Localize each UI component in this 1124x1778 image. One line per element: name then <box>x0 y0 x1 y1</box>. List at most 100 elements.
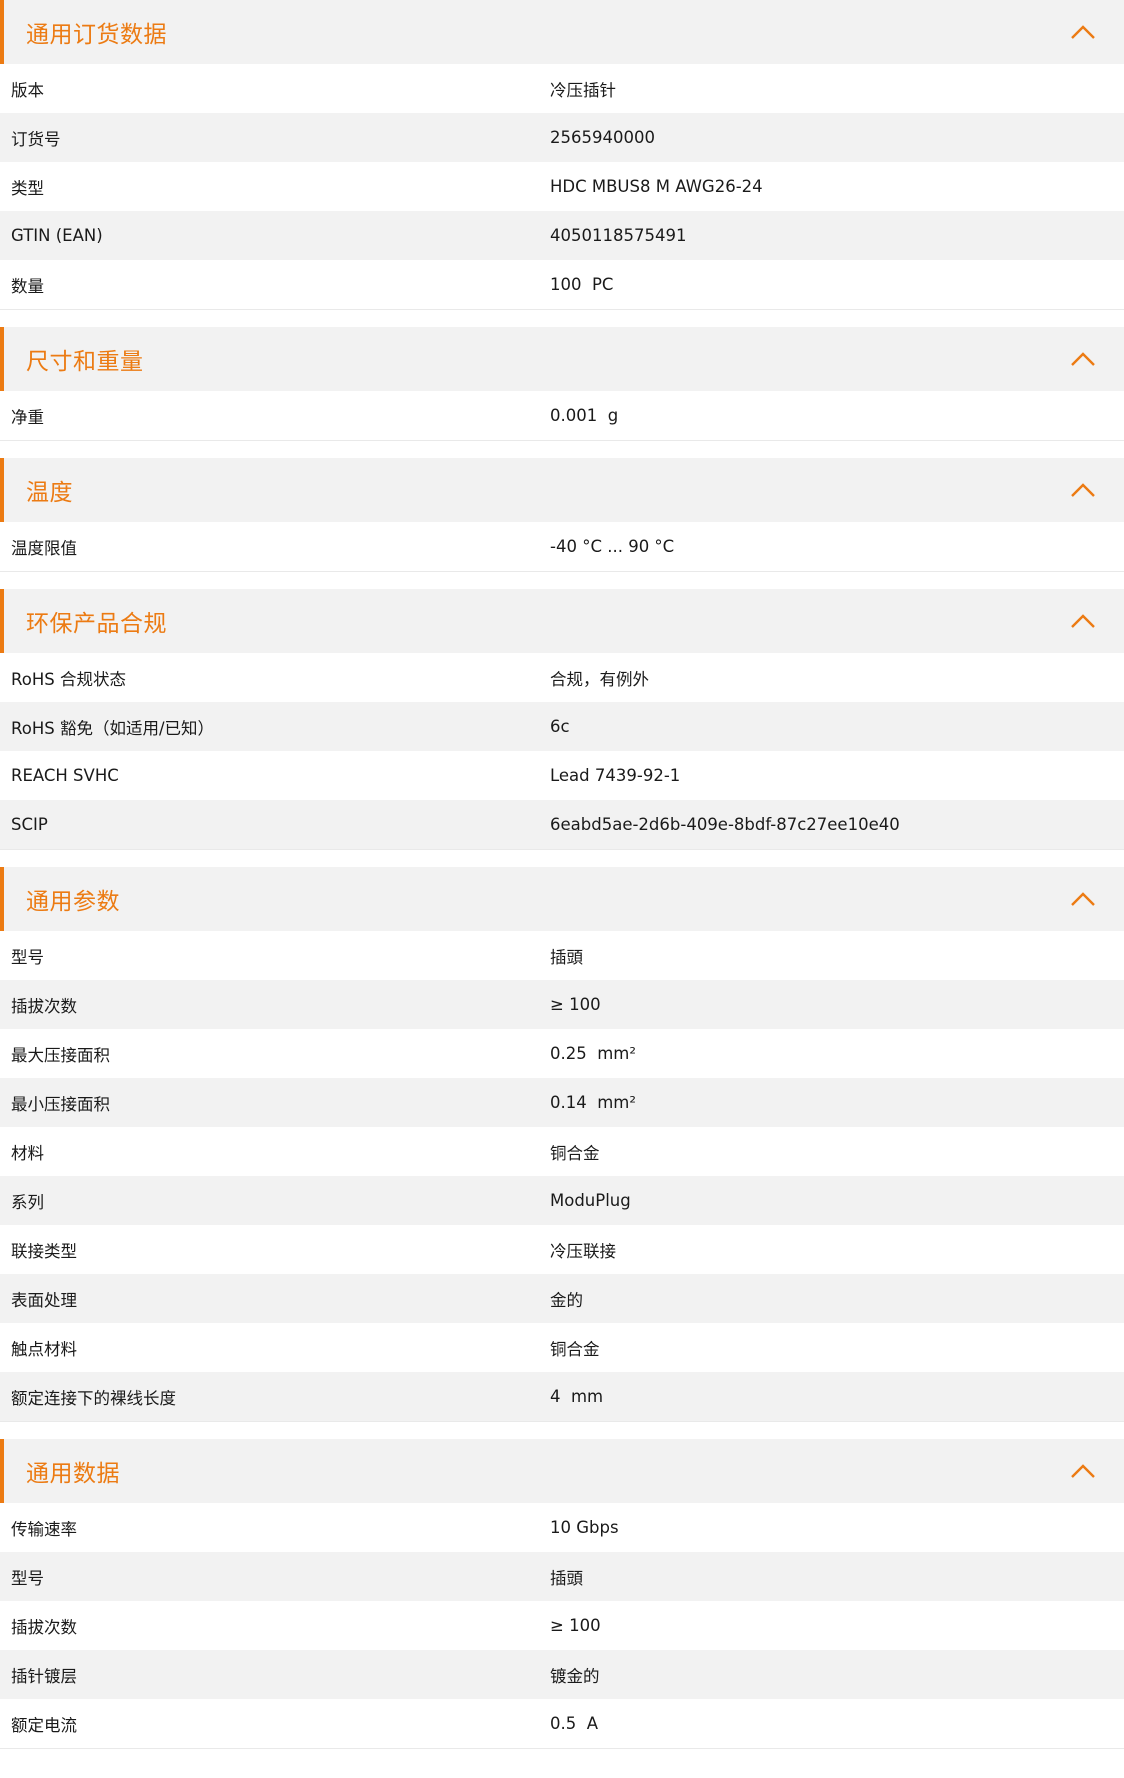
spec-value: 冷压插针 <box>550 80 616 100</box>
chevron-up-icon[interactable] <box>1068 349 1098 369</box>
spec-value: 0.001 g <box>550 406 619 425</box>
spec-row: 传输速率 10 Gbps <box>0 1503 1124 1552</box>
spec-value: 冷压联接 <box>550 1241 616 1261</box>
section-title: 通用数据 <box>26 1461 120 1487</box>
chevron-up-icon[interactable] <box>1068 889 1098 909</box>
spec-value: 铜合金 <box>550 1143 600 1163</box>
spec-label: 系列 <box>11 1192 44 1212</box>
spec-value: 4050118575491 <box>550 226 687 245</box>
spec-row: 系列 ModuPlug <box>0 1176 1124 1225</box>
spec-row: 型号 插頭 <box>0 931 1124 980</box>
section-title: 通用参数 <box>26 889 120 915</box>
spec-row: 材料 铜合金 <box>0 1127 1124 1176</box>
spec-row: 插拔次数 ≥ 100 <box>0 1601 1124 1650</box>
section-general-parameters: 通用参数 型号 插頭 插拔次数 ≥ 100 最大压接面积 0.25 mm² 最小… <box>0 867 1124 1422</box>
spec-value: 10 Gbps <box>550 1518 619 1537</box>
spec-value: ModuPlug <box>550 1191 631 1210</box>
spec-row: RoHS 豁免（如适用/已知） 6c <box>0 702 1124 751</box>
spec-row: 净重 0.001 g <box>0 391 1124 440</box>
spec-label: 联接类型 <box>11 1241 77 1261</box>
section-title: 通用订货数据 <box>26 22 167 48</box>
spec-row: SCIP 6eabd5ae-2d6b-409e-8bdf-87c27ee10e4… <box>0 800 1124 849</box>
spec-value: 铜合金 <box>550 1339 600 1359</box>
section-title: 尺寸和重量 <box>26 349 144 375</box>
spec-label: 传输速率 <box>11 1519 77 1539</box>
spec-table: 温度限值 -40 °C ... 90 °C <box>0 522 1124 572</box>
spec-value: 合规，有例外 <box>550 669 649 689</box>
spec-row: REACH SVHC Lead 7439-92-1 <box>0 751 1124 800</box>
spec-value: 0.25 mm² <box>550 1044 636 1063</box>
spec-label: 类型 <box>11 178 44 198</box>
section-header-temperature[interactable]: 温度 <box>0 458 1124 522</box>
spec-table: 净重 0.001 g <box>0 391 1124 441</box>
spec-value: HDC MBUS8 M AWG26-24 <box>550 177 763 196</box>
spec-row: 订货号 2565940000 <box>0 113 1124 162</box>
spec-label: 材料 <box>11 1143 44 1163</box>
section-temperature: 温度 温度限值 -40 °C ... 90 °C <box>0 458 1124 572</box>
spec-row: 表面处理 金的 <box>0 1274 1124 1323</box>
section-dimensions-weight: 尺寸和重量 净重 0.001 g <box>0 327 1124 441</box>
spec-table: RoHS 合规状态 合规，有例外 RoHS 豁免（如适用/已知） 6c REAC… <box>0 653 1124 850</box>
spec-row: 联接类型 冷压联接 <box>0 1225 1124 1274</box>
spec-label: 额定电流 <box>11 1715 77 1735</box>
section-environmental-compliance: 环保产品合规 RoHS 合规状态 合规，有例外 RoHS 豁免（如适用/已知） … <box>0 589 1124 850</box>
section-header-dimensions-weight[interactable]: 尺寸和重量 <box>0 327 1124 391</box>
spec-table: 传输速率 10 Gbps 型号 插頭 插拔次数 ≥ 100 插针镀层 镀金的 额… <box>0 1503 1124 1749</box>
spec-row: 温度限值 -40 °C ... 90 °C <box>0 522 1124 571</box>
spec-value: 4 mm <box>550 1387 604 1406</box>
spec-row: 版本 冷压插针 <box>0 64 1124 113</box>
spec-label: 数量 <box>11 276 44 296</box>
spec-label: 插针镀层 <box>11 1666 77 1686</box>
spec-label: 订货号 <box>11 129 61 149</box>
spec-label: 触点材料 <box>11 1339 77 1359</box>
spec-row: 型号 插頭 <box>0 1552 1124 1601</box>
spec-value: 插頭 <box>550 1568 583 1588</box>
spec-label: RoHS 豁免（如适用/已知） <box>11 718 215 738</box>
spec-row: 插拔次数 ≥ 100 <box>0 980 1124 1029</box>
spec-label: 最小压接面积 <box>11 1094 110 1114</box>
spec-row: 触点材料 铜合金 <box>0 1323 1124 1372</box>
section-header-general-data[interactable]: 通用数据 <box>0 1439 1124 1503</box>
spec-row: 类型 HDC MBUS8 M AWG26-24 <box>0 162 1124 211</box>
spec-row: 插针镀层 镀金的 <box>0 1650 1124 1699</box>
spec-label: GTIN (EAN) <box>11 226 103 245</box>
section-header-environmental-compliance[interactable]: 环保产品合规 <box>0 589 1124 653</box>
spec-row: 最大压接面积 0.25 mm² <box>0 1029 1124 1078</box>
chevron-up-icon[interactable] <box>1068 480 1098 500</box>
spec-label: 版本 <box>11 80 44 100</box>
spec-value: 插頭 <box>550 947 583 967</box>
spec-label: RoHS 合规状态 <box>11 669 126 689</box>
spec-label: 净重 <box>11 407 44 427</box>
spec-table: 版本 冷压插针 订货号 2565940000 类型 HDC MBUS8 M AW… <box>0 64 1124 310</box>
spec-value: 2565940000 <box>550 128 655 147</box>
section-header-ordering-data[interactable]: 通用订货数据 <box>0 0 1124 64</box>
chevron-up-icon[interactable] <box>1068 1461 1098 1481</box>
section-ordering-data: 通用订货数据 版本 冷压插针 订货号 2565940000 类型 HDC MBU… <box>0 0 1124 310</box>
spec-label: 插拔次数 <box>11 1617 77 1637</box>
spec-row: RoHS 合规状态 合规，有例外 <box>0 653 1124 702</box>
spec-value: ≥ 100 <box>550 995 601 1014</box>
spec-label: SCIP <box>11 815 48 834</box>
spec-label: 插拔次数 <box>11 996 77 1016</box>
spec-value: 金的 <box>550 1290 583 1310</box>
section-title: 温度 <box>26 480 73 506</box>
spec-value: 100 PC <box>550 275 614 294</box>
chevron-up-icon[interactable] <box>1068 22 1098 42</box>
spec-label: 最大压接面积 <box>11 1045 110 1065</box>
spec-value: 0.14 mm² <box>550 1093 636 1112</box>
spec-value: 0.5 A <box>550 1714 599 1733</box>
chevron-up-icon[interactable] <box>1068 611 1098 631</box>
spec-value: ≥ 100 <box>550 1616 601 1635</box>
spec-row: GTIN (EAN) 4050118575491 <box>0 211 1124 260</box>
spec-table: 型号 插頭 插拔次数 ≥ 100 最大压接面积 0.25 mm² 最小压接面积 … <box>0 931 1124 1422</box>
spec-value: Lead 7439-92-1 <box>550 766 681 785</box>
section-header-general-parameters[interactable]: 通用参数 <box>0 867 1124 931</box>
section-title: 环保产品合规 <box>26 611 167 637</box>
spec-row: 额定连接下的裸线长度 4 mm <box>0 1372 1124 1421</box>
product-spec-page: 通用订货数据 版本 冷压插针 订货号 2565940000 类型 HDC MBU… <box>0 0 1124 1778</box>
spec-label: REACH SVHC <box>11 766 119 785</box>
spec-label: 温度限值 <box>11 538 77 558</box>
spec-row: 额定电流 0.5 A <box>0 1699 1124 1748</box>
spec-value: 6eabd5ae-2d6b-409e-8bdf-87c27ee10e40 <box>550 815 900 834</box>
section-general-data: 通用数据 传输速率 10 Gbps 型号 插頭 插拔次数 ≥ 100 插针镀层 … <box>0 1439 1124 1749</box>
